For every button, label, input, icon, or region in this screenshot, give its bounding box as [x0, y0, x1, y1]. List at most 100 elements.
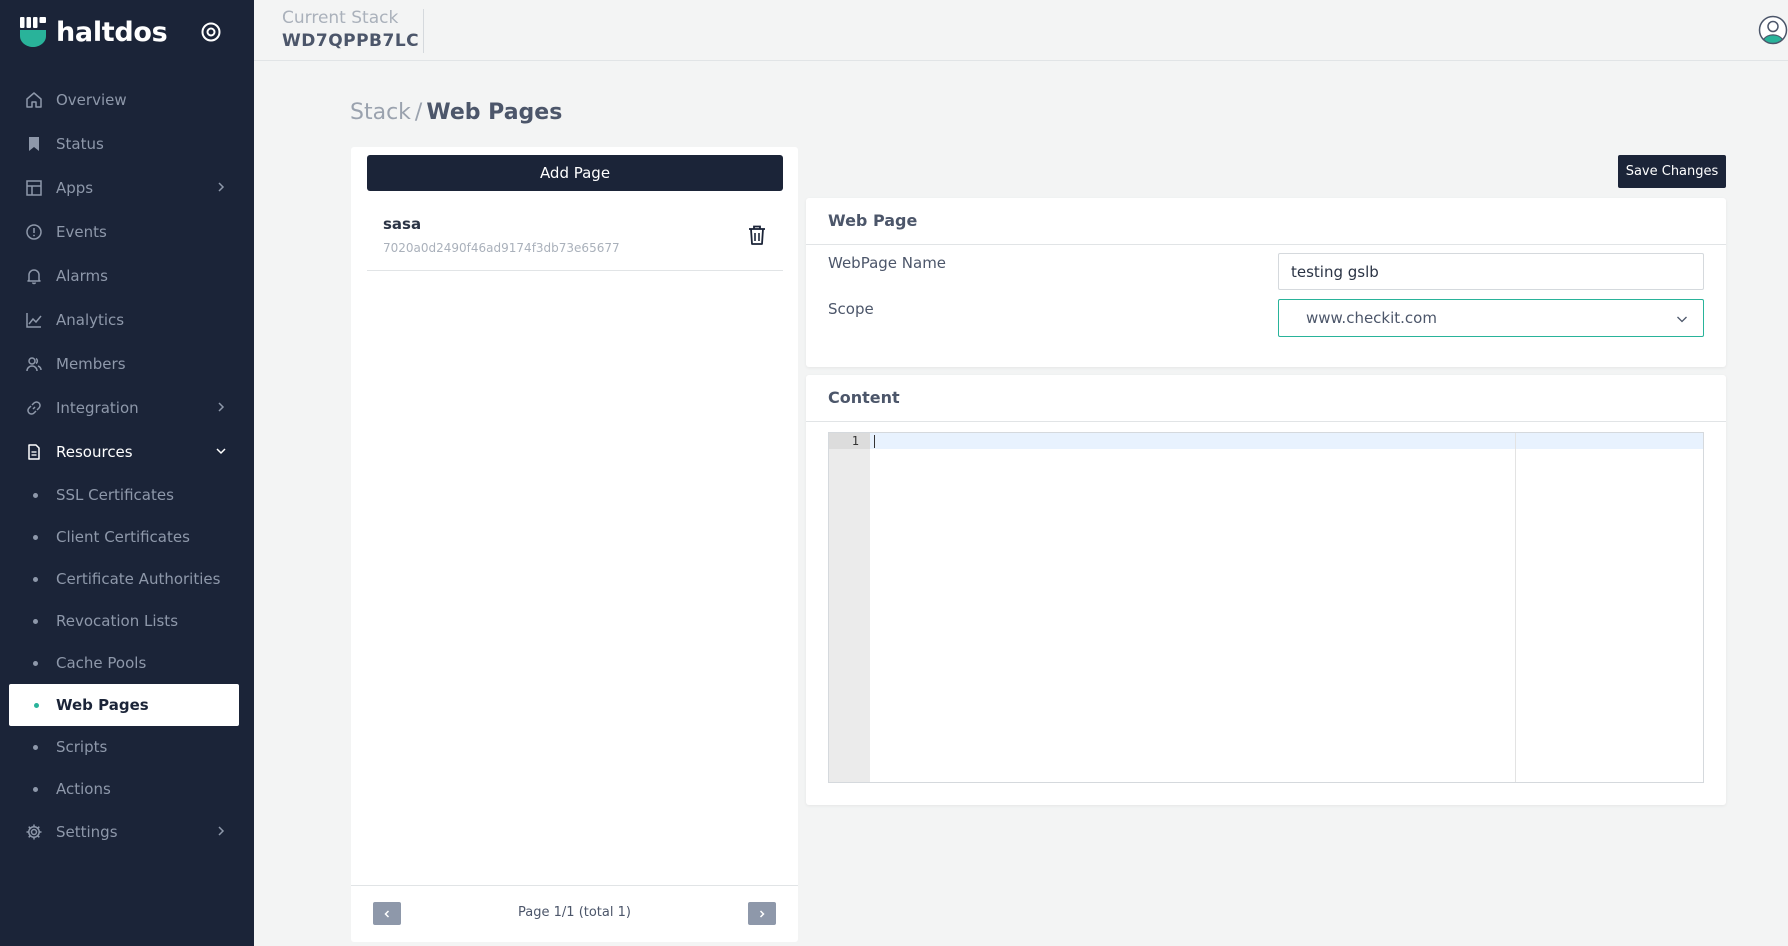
code-editor[interactable]: 1 [828, 432, 1704, 783]
topbar: Current Stack WD7QPPB7LC [254, 0, 1788, 61]
sidebar-item-label: Events [56, 223, 107, 241]
editor-active-line [870, 433, 1703, 449]
line-chart-icon [24, 310, 44, 330]
chevron-down-icon [1677, 316, 1687, 323]
add-page-button[interactable]: Add Page [367, 155, 783, 191]
sidebar-item-label: Integration [56, 399, 139, 417]
target-icon[interactable] [200, 21, 222, 43]
breadcrumb-separator: / [414, 100, 423, 125]
sidebar-subitem-cache-pools[interactable]: Cache Pools [0, 642, 254, 684]
brand-name: haltdos [56, 16, 168, 48]
sidebar-item-resources[interactable]: Resources [0, 430, 254, 474]
sidebar-item-label: Scripts [56, 738, 108, 756]
page-id: 7020a0d2490f46ad9174f3db73e65677 [383, 241, 620, 255]
next-page-button[interactable] [748, 902, 776, 925]
scope-select-value: www.checkit.com [1306, 309, 1437, 327]
page-title: Web Pages [426, 100, 563, 125]
users-icon [24, 354, 44, 374]
divider [806, 244, 1726, 245]
sidebar-subitem-ssl-certificates[interactable]: SSL Certificates [0, 474, 254, 516]
chevron-right-icon [218, 402, 225, 412]
scope-select[interactable]: www.checkit.com [1278, 299, 1704, 337]
bullet-icon [33, 577, 38, 582]
webpage-name-label: WebPage Name [828, 254, 947, 272]
sidebar-subitem-scripts[interactable]: Scripts [0, 726, 254, 768]
user-avatar-icon[interactable] [1758, 15, 1788, 45]
brand[interactable]: haltdos [19, 14, 168, 50]
sidebar-item-label: Client Certificates [56, 528, 190, 546]
save-changes-button[interactable]: Save Changes [1618, 155, 1726, 188]
current-stack-label: Current Stack [282, 8, 399, 28]
sidebar-item-overview[interactable]: Overview [0, 78, 254, 122]
sidebar-item-members[interactable]: Members [0, 342, 254, 386]
scope-label: Scope [828, 300, 874, 318]
card-title: Content [828, 388, 900, 407]
page-name: sasa [383, 215, 422, 233]
content-card: Content 1 [806, 375, 1726, 805]
sidebar-item-analytics[interactable]: Analytics [0, 298, 254, 342]
bullet-icon [33, 787, 38, 792]
bell-icon [24, 266, 44, 286]
document-icon [24, 442, 44, 462]
sidebar-subitem-web-pages[interactable]: Web Pages [9, 684, 239, 726]
chevron-right-icon [218, 182, 225, 192]
gear-icon [24, 822, 44, 842]
sidebar-item-label: Certificate Authorities [56, 570, 221, 588]
sidebar-item-label: Resources [56, 443, 133, 461]
list-item[interactable]: sasa 7020a0d2490f46ad9174f3db73e65677 [367, 200, 783, 271]
bookmark-icon [24, 134, 44, 154]
bullet-icon [33, 661, 38, 666]
sidebar-item-alarms[interactable]: Alarms [0, 254, 254, 298]
sidebar-item-apps[interactable]: Apps [0, 166, 254, 210]
sidebar-item-label: Settings [56, 823, 118, 841]
editor-cursor [874, 435, 875, 448]
home-icon [24, 90, 44, 110]
current-stack-id[interactable]: WD7QPPB7LC [282, 31, 419, 51]
sidebar-item-label: Web Pages [56, 696, 149, 714]
haltdos-logo-icon [20, 17, 46, 47]
breadcrumb-root[interactable]: Stack [350, 100, 411, 125]
sidebar-item-label: Status [56, 135, 104, 153]
bullet-icon [33, 745, 38, 750]
sidebar-item-label: Overview [56, 91, 127, 109]
sidebar-item-label: SSL Certificates [56, 486, 174, 504]
sidebar-item-label: Analytics [56, 311, 125, 329]
sidebar-item-label: Alarms [56, 267, 108, 285]
editor-gutter: 1 [829, 433, 870, 782]
sidebar-item-integration[interactable]: Integration [0, 386, 254, 430]
pagination: Page 1/1 (total 1) [351, 885, 798, 942]
bullet-icon [33, 493, 38, 498]
card-title: Web Page [828, 211, 918, 230]
bullet-icon [33, 535, 38, 540]
web-pages-list-panel: Add Page sasa 7020a0d2490f46ad9174f3db73… [351, 147, 798, 942]
web-page-card: Web Page WebPage Name testing gslb Scope… [806, 198, 1726, 367]
breadcrumb: Stack / Web Pages [350, 100, 562, 125]
chevron-down-icon [216, 448, 226, 455]
sidebar-item-events[interactable]: Events [0, 210, 254, 254]
webpage-name-input[interactable]: testing gslb [1278, 253, 1704, 290]
link-icon [24, 398, 44, 418]
sidebar-item-label: Apps [56, 179, 94, 197]
trash-icon[interactable] [747, 224, 767, 246]
sidebar-item-settings[interactable]: Settings [0, 810, 254, 854]
line-number: 1 [851, 434, 859, 448]
divider [806, 421, 1726, 422]
alert-circle-icon [24, 222, 44, 242]
sidebar-item-label: Revocation Lists [56, 612, 179, 630]
sidebar-item-status[interactable]: Status [0, 122, 254, 166]
sidebar-item-label: Cache Pools [56, 654, 147, 672]
layout-icon [24, 178, 44, 198]
bullet-icon [34, 703, 39, 708]
bullet-icon [33, 619, 38, 624]
sidebar-subitem-revocation-lists[interactable]: Revocation Lists [0, 600, 254, 642]
editor-print-margin [1515, 433, 1516, 782]
pagination-text: Page 1/1 (total 1) [518, 905, 631, 920]
sidebar-subitem-client-certificates[interactable]: Client Certificates [0, 516, 254, 558]
sidebar-item-label: Members [56, 355, 126, 373]
sidebar-subitem-certificate-authorities[interactable]: Certificate Authorities [0, 558, 254, 600]
topbar-divider [423, 9, 424, 53]
gutter-active-line [829, 433, 870, 449]
sidebar-subitem-actions[interactable]: Actions [0, 768, 254, 810]
sidebar: haltdos Overview Status Apps Events Alar… [0, 0, 254, 946]
chevron-right-icon [218, 826, 225, 836]
